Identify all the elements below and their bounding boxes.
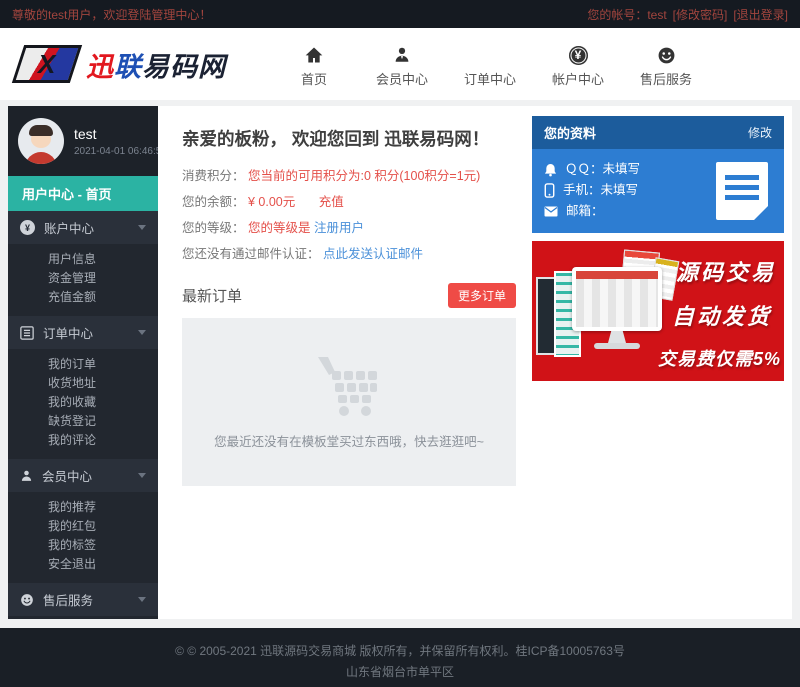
orders-empty-message: 您最近还没有在模板堂买过东西哦，快去逛逛吧~ — [214, 431, 484, 450]
nav-item-member-center[interactable]: 会员中心 — [366, 41, 438, 88]
submenu-order-center: 我的订单 收货地址 我的收藏 缺货登记 我的评论 — [8, 349, 158, 459]
site-header: X 迅联易码网 首页 会员中心 订单中心 ¥ 帐户中心 — [0, 28, 800, 100]
breadcrumb: 用户中心 - 首页 — [8, 176, 158, 211]
nav-item-after-sales[interactable]: 售后服务 — [630, 41, 702, 88]
main-nav: 首页 会员中心 订单中心 ¥ 帐户中心 售后服务 — [278, 41, 702, 88]
page-title: 亲爱的板粉， 欢迎您回到 迅联易码网！ — [182, 126, 516, 151]
sidebar-item-my-redpacket[interactable]: 我的红包 — [8, 517, 158, 536]
logout-link[interactable]: [退出登录] — [733, 6, 788, 23]
sidebar-item-my-comments[interactable]: 我的评论 — [8, 431, 158, 450]
sidebar-item-user-info[interactable]: 用户信息 — [8, 250, 158, 269]
stat-points-value: 您当前的可用积分为:0 积分(100积分=1元) — [248, 169, 480, 183]
sidebar-profile: test 2021-04-01 06:46:52 — [8, 106, 158, 176]
logo-x-icon: X — [12, 45, 82, 83]
nav-item-account-center[interactable]: ¥ 帐户中心 — [542, 41, 614, 88]
footer-copyright: © © 2005-2021 迅联源码交易商城 版权所有，并保留所有权利。桂ICP… — [0, 641, 800, 662]
sidebar-section-after-sales[interactable]: 售后服务 — [8, 583, 158, 616]
stat-balance: 您的余额： ¥ 0.00元 充值 — [182, 189, 516, 215]
ad-banner-line-1: 源码交易 — [676, 255, 776, 287]
mail-icon — [544, 206, 558, 217]
page-body: test 2021-04-01 06:46:52 用户中心 - 首页 ¥ 账户中… — [0, 100, 800, 628]
profile-card: 您的资料 修改 ＱＱ：未填写 手机：未填写 — [532, 116, 784, 233]
yen-coin-icon: ¥ — [20, 220, 35, 235]
footer-address: 山东省烟台市单平区 — [0, 662, 800, 683]
stat-points-label: 消费积分： — [182, 169, 245, 183]
sidebar-item-my-tags[interactable]: 我的标签 — [8, 536, 158, 555]
main-content: 亲爱的板粉， 欢迎您回到 迅联易码网！ 消费积分： 您当前的可用积分为:0 积分… — [158, 106, 532, 619]
ad-banner[interactable]: 源码交易 自动发货 交易费仅需5% — [532, 241, 784, 381]
smile-icon — [20, 593, 34, 607]
stat-points: 消费积分： 您当前的可用积分为:0 积分(100积分=1元) — [182, 163, 516, 189]
yen-coin-icon: ¥ — [542, 41, 614, 65]
order-icon-empty — [454, 41, 526, 65]
member-icon — [20, 469, 33, 483]
more-orders-button[interactable]: 更多订单 — [448, 283, 516, 308]
sidebar-item-funds[interactable]: 资金管理 — [8, 269, 158, 288]
nav-item-home[interactable]: 首页 — [278, 41, 350, 88]
member-icon — [366, 41, 438, 65]
home-icon — [278, 41, 350, 65]
sidebar-item-stockout[interactable]: 缺货登记 — [8, 412, 158, 431]
stat-email-verify: 您还没有通过邮件认证： 点此发送认证邮件 — [182, 241, 516, 267]
orders-header: 最新订单 更多订单 — [182, 283, 516, 308]
topbar-welcome-text: 尊敬的test用户，欢迎登陆管理中心！ — [12, 6, 211, 23]
nav-item-order-center[interactable]: 订单中心 — [454, 41, 526, 88]
submenu-account-center: 用户信息 资金管理 充值金额 — [8, 244, 158, 316]
profile-username: test — [74, 126, 167, 142]
site-logo[interactable]: X 迅联易码网 — [18, 45, 226, 84]
chevron-down-icon — [138, 473, 146, 478]
chevron-down-icon — [138, 225, 146, 230]
topbar-account-label: 您的帐号：test — [587, 6, 666, 23]
sidebar: test 2021-04-01 06:46:52 用户中心 - 首页 ¥ 账户中… — [8, 106, 158, 619]
sidebar-section-member-center[interactable]: 会员中心 — [8, 459, 158, 492]
qq-icon — [544, 163, 557, 177]
sidebar-item-safe-logout[interactable]: 安全退出 — [8, 555, 158, 574]
avatar — [18, 118, 64, 164]
sidebar-item-recharge[interactable]: 充值金额 — [8, 288, 158, 307]
send-verify-email-link[interactable]: 点此发送认证邮件 — [323, 247, 423, 261]
submenu-member-center: 我的推荐 我的红包 我的标签 安全退出 — [8, 492, 158, 583]
chevron-down-icon — [138, 597, 146, 602]
sidebar-item-my-referrals[interactable]: 我的推荐 — [8, 498, 158, 517]
stat-level-label: 您的等级： — [182, 221, 245, 235]
email-verify-label: 您还没有通过邮件认证： — [182, 247, 320, 261]
ad-banner-illustration — [534, 251, 676, 375]
right-column: 您的资料 修改 ＱＱ：未填写 手机：未填写 — [532, 106, 792, 619]
recharge-link[interactable]: 充值 — [319, 195, 344, 209]
orders-empty-state: 您最近还没有在模板堂买过东西哦，快去逛逛吧~ — [182, 318, 516, 486]
orders-title: 最新订单 — [182, 285, 242, 306]
stat-level: 您的等级： 您的等级是 注册用户 — [182, 215, 516, 241]
profile-login-time: 2021-04-01 06:46:52 — [74, 146, 167, 157]
submenu-after-sales: 我的留言 — [8, 616, 158, 619]
sidebar-item-favorites[interactable]: 我的收藏 — [8, 393, 158, 412]
smile-icon — [630, 41, 702, 65]
stat-balance-value: ¥ 0.00元 — [248, 195, 295, 209]
chevron-down-icon — [138, 330, 146, 335]
ad-banner-line-3: 交易费仅需5% — [658, 345, 781, 371]
stat-balance-label: 您的余额： — [182, 195, 245, 209]
phone-icon — [544, 183, 555, 198]
footer: © © 2005-2021 迅联源码交易商城 版权所有，并保留所有权利。桂ICP… — [0, 628, 800, 687]
logo-text: 迅联易码网 — [86, 45, 226, 84]
document-icon — [716, 162, 768, 220]
shopping-cart-icon — [312, 355, 386, 417]
topbar: 尊敬的test用户，欢迎登陆管理中心！ 您的帐号：test [修改密码] [退出… — [0, 0, 800, 28]
edit-profile-link[interactable]: 修改 — [748, 124, 772, 141]
ad-banner-line-2: 自动发货 — [672, 299, 772, 331]
sidebar-section-order-center[interactable]: 订单中心 — [8, 316, 158, 349]
sidebar-item-shipping-address[interactable]: 收货地址 — [8, 374, 158, 393]
stat-level-value: 您的等级是 — [248, 221, 311, 235]
sidebar-item-my-orders[interactable]: 我的订单 — [8, 355, 158, 374]
user-level-link[interactable]: 注册用户 — [314, 221, 364, 235]
order-list-icon — [20, 326, 34, 340]
sidebar-section-account-center[interactable]: ¥ 账户中心 — [8, 211, 158, 244]
change-password-link[interactable]: [修改密码] — [673, 6, 728, 23]
profile-card-title: 您的资料 — [544, 123, 596, 142]
